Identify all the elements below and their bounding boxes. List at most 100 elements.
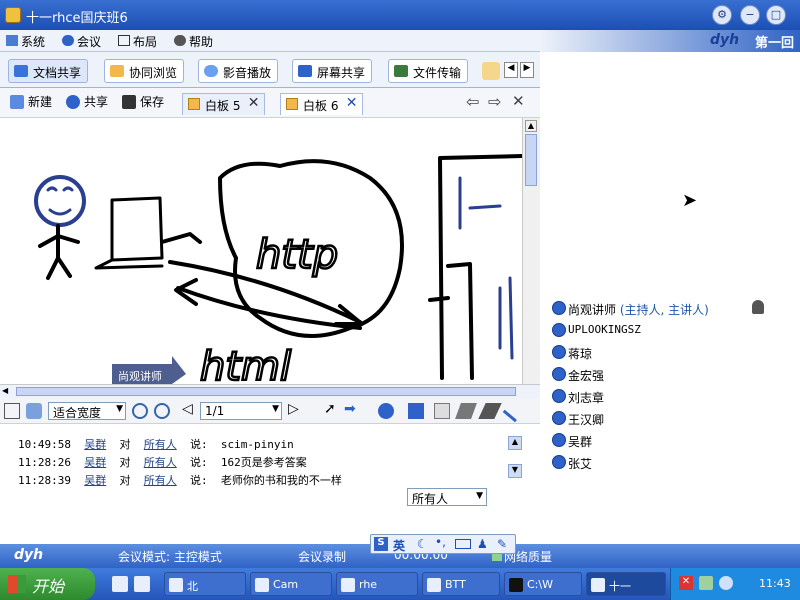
rotate-icon[interactable] [26,403,42,419]
task-button[interactable]: C:\W [504,572,582,596]
task-button[interactable]: 十一 [586,572,666,596]
mouse-cursor-icon: ➤ [682,190,698,211]
close-icon[interactable]: ✕ [248,95,260,111]
whiteboard-toolbar: 适合宽度 ▼ ◁ 1/1 ▼ ▷ ➚ ➡ [0,398,540,424]
eraser-icon[interactable] [434,403,450,419]
menu-help[interactable]: 帮助 [174,33,213,50]
task-button[interactable]: 北 [164,572,246,596]
scroll-thumb[interactable] [525,134,537,186]
title-bar: 十一rhce国庆班6 ⚙ − □ [0,0,800,30]
whiteboard-icon [188,98,200,110]
quick-launch-icon[interactable] [134,576,150,592]
zoom-out-icon[interactable] [154,403,170,419]
start-button[interactable]: 开始 [0,568,95,600]
laptop-drawing [94,196,164,270]
user-icon [552,455,566,469]
keyboard-icon[interactable] [455,539,471,549]
tray-icon[interactable] [699,576,713,590]
recipient-select[interactable]: 所有人 ▼ [407,488,487,506]
screen-icon [298,65,312,77]
tab-media-play[interactable]: 影音播放 [198,59,279,83]
close-tray-icon[interactable]: ✕ [679,576,693,590]
moon-icon[interactable]: ☾ [417,537,428,551]
menu-meeting[interactable]: 会议 [62,33,101,50]
chat-user-link[interactable]: 吴群 [84,456,106,469]
new-button[interactable]: 新建 [10,94,52,112]
system-icon [6,35,18,46]
tab-whiteboard-6[interactable]: 白板 6 ✕ [280,93,364,115]
tab-screen-share[interactable]: 屏幕共享 [292,59,373,83]
whiteboard-canvas[interactable]: http html 尚观讲师 [0,118,522,384]
ime-language[interactable]: 英 [393,537,405,554]
forward-arrow-icon[interactable]: ⇨ [488,92,501,111]
chat-scroll-down-button[interactable]: ▼ [508,464,522,478]
arrow-tool-icon[interactable]: ➡ [344,401,356,417]
chat-user-link[interactable]: 吴群 [84,474,106,487]
punctuation-icon[interactable]: •, [435,535,446,549]
chat-panel: 10:49:58 吴群 对 所有人 说: scim-pinyin 11:28:2… [0,424,540,544]
task-button[interactable]: rhe [336,572,418,596]
chat-user-link[interactable]: 吴群 [84,438,106,451]
microphone-icon[interactable] [752,300,764,314]
thumbnail-icon[interactable] [4,403,20,419]
laser-icon[interactable] [378,403,394,419]
user-settings-icon[interactable]: ♟ [477,537,488,551]
menu-system[interactable]: 系统 [6,33,45,50]
record-button[interactable]: 会议录制 [298,548,346,565]
windows-logo-icon [8,575,26,593]
scroll-left-button[interactable]: ◀ [2,386,14,397]
user-icon [552,345,566,359]
user-icon [552,411,566,425]
task-button[interactable]: BTT [422,572,500,596]
chat-target-link[interactable]: 所有人 [144,438,177,451]
new-icon [10,95,24,109]
horizontal-scrollbar[interactable]: ◀ [0,384,540,398]
quick-launch-icon[interactable] [112,576,128,592]
tab-file-transfer[interactable]: 文件传输 [388,59,469,83]
line-tool-icon[interactable] [502,399,526,423]
meeting-mode-label: 会议模式: 主控模式 [118,550,222,564]
maximize-button[interactable]: □ [766,5,786,25]
wrench-icon[interactable]: ✎ [497,537,507,551]
share-button[interactable]: 共享 [66,94,108,112]
pen-icon[interactable] [478,403,502,419]
window-title: 十一rhce国庆班6 [26,11,128,26]
pointer-icon[interactable]: ➚ [324,401,336,417]
highlighter-icon[interactable] [455,403,477,419]
color-fill-icon[interactable] [408,403,424,419]
tab-scroll-left-button[interactable]: ◀ [504,62,518,78]
chat-scroll-up-button[interactable]: ▲ [508,436,522,450]
previous-page-icon[interactable]: ◁ [182,401,193,417]
next-page-icon[interactable]: ▷ [288,401,299,417]
console-icon [509,578,523,592]
vertical-scrollbar[interactable]: ▲ [522,118,540,384]
h-scroll-thumb[interactable] [16,387,516,396]
close-icon[interactable]: ✕ [346,95,358,111]
scroll-up-button[interactable]: ▲ [525,120,537,132]
chat-target-link[interactable]: 所有人 [144,456,177,469]
minimize-button[interactable]: − [740,5,760,25]
tab-scroll-right-button[interactable]: ▶ [520,62,534,78]
save-button[interactable]: 保存 [122,94,164,112]
tab-document-share[interactable]: 文档共享 [8,59,89,83]
whiteboard-drawing: http html 尚观讲师 [34,154,522,384]
link-line [160,232,202,244]
user-icon [552,433,566,447]
thumbs-up-icon[interactable] [482,62,500,80]
back-arrow-icon[interactable]: ⇦ [466,92,479,111]
settings-icon[interactable]: ⚙ [712,5,732,25]
menu-layout[interactable]: 布局 [118,33,157,50]
server-drawing [428,154,522,380]
chat-target-link[interactable]: 所有人 [144,474,177,487]
zoom-in-icon[interactable] [132,403,148,419]
tab-co-browse[interactable]: 协同浏览 [104,59,185,83]
task-button[interactable]: Cam [250,572,332,596]
zoom-select[interactable]: 适合宽度 ▼ [48,402,126,420]
close-document-icon[interactable]: ✕ [512,92,525,110]
tab-whiteboard-5[interactable]: 白板 5 ✕ [182,93,266,115]
layout-icon [118,35,130,46]
volume-icon[interactable] [719,576,733,590]
ime-logo-icon[interactable]: S [374,537,388,551]
app-icon [169,578,183,592]
page-select[interactable]: 1/1 ▼ [200,402,282,420]
